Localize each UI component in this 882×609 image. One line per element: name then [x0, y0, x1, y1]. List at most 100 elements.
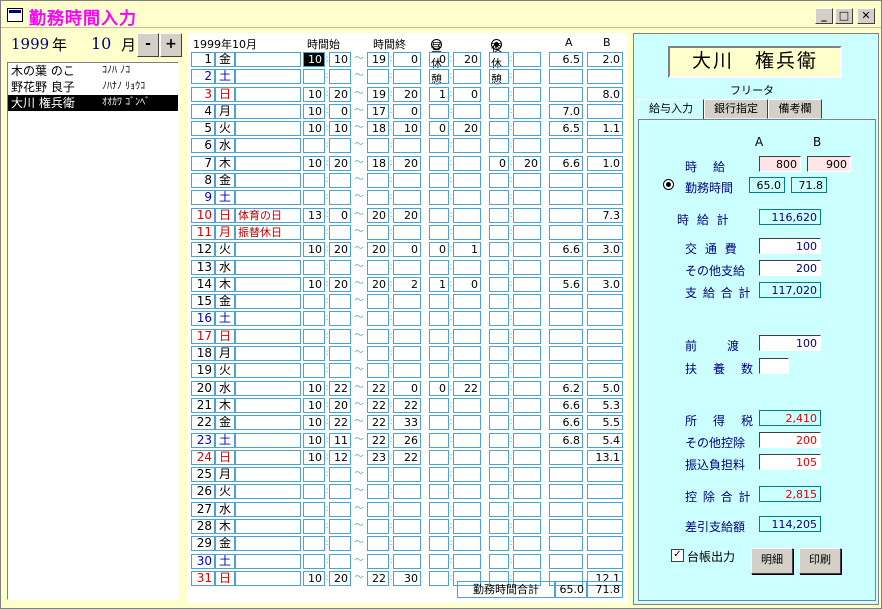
- start-hour-input[interactable]: [303, 69, 325, 85]
- end-minute-input[interactable]: 33: [393, 415, 421, 431]
- night-break-minute-input[interactable]: [513, 190, 541, 206]
- year-field[interactable]: 1999: [11, 35, 49, 53]
- end-minute-input[interactable]: 20: [393, 155, 421, 171]
- end-minute-input[interactable]: [393, 484, 421, 500]
- start-minute-input[interactable]: [329, 311, 351, 327]
- break-minute-input[interactable]: 20: [453, 52, 481, 67]
- end-minute-input[interactable]: [393, 311, 421, 327]
- break-hour-input[interactable]: [429, 519, 449, 535]
- night-break-minute-input[interactable]: [513, 207, 541, 223]
- break-hour-input[interactable]: [429, 224, 449, 240]
- end-hour-input[interactable]: [367, 501, 389, 517]
- transfer-fee-input[interactable]: 105: [759, 454, 821, 470]
- night-break-minute-input[interactable]: [513, 294, 541, 310]
- break-hour-input[interactable]: [429, 207, 449, 223]
- start-hour-input[interactable]: 10: [303, 242, 325, 258]
- start-hour-input[interactable]: 10: [303, 52, 325, 67]
- start-minute-input[interactable]: 20: [329, 242, 351, 258]
- break-minute-input[interactable]: [453, 553, 481, 569]
- end-minute-input[interactable]: 2: [393, 276, 421, 292]
- other-pay-input[interactable]: 200: [759, 260, 821, 276]
- start-minute-input[interactable]: [329, 467, 351, 483]
- break-minute-input[interactable]: [453, 103, 481, 119]
- end-hour-input[interactable]: 19: [367, 52, 389, 67]
- start-minute-input[interactable]: [329, 501, 351, 517]
- night-break-hour-input[interactable]: [489, 467, 509, 483]
- end-hour-input[interactable]: 22: [367, 415, 389, 431]
- start-minute-input[interactable]: 20: [329, 86, 351, 102]
- night-break-hour-input[interactable]: [489, 121, 509, 137]
- month-increment-button[interactable]: +: [160, 33, 182, 57]
- end-minute-input[interactable]: 26: [393, 432, 421, 448]
- break-hour-input[interactable]: 0: [429, 121, 449, 137]
- night-break-minute-input[interactable]: [513, 173, 541, 189]
- start-hour-input[interactable]: [303, 328, 325, 344]
- break-hour-input[interactable]: 0: [429, 242, 449, 258]
- night-break-minute-input[interactable]: [513, 311, 541, 327]
- end-minute-input[interactable]: [393, 69, 421, 85]
- break-hour-input[interactable]: [429, 69, 449, 85]
- break-hour-input[interactable]: [429, 449, 449, 465]
- break-hour-input[interactable]: 0: [429, 52, 449, 67]
- start-hour-input[interactable]: 10: [303, 380, 325, 396]
- end-hour-input[interactable]: [367, 294, 389, 310]
- wage-b-input[interactable]: 900: [807, 156, 851, 172]
- start-minute-input[interactable]: [329, 519, 351, 535]
- night-break-minute-input[interactable]: [513, 363, 541, 379]
- employee-list-item[interactable]: 木の葉 のこ ｺﾉﾊ ﾉｺ: [8, 63, 178, 79]
- night-break-hour-input[interactable]: [489, 484, 509, 500]
- start-minute-input[interactable]: 11: [329, 432, 351, 448]
- start-hour-input[interactable]: 10: [303, 397, 325, 413]
- end-hour-input[interactable]: [367, 138, 389, 154]
- break-hour-input[interactable]: [429, 190, 449, 206]
- start-hour-input[interactable]: [303, 363, 325, 379]
- end-hour-input[interactable]: 19: [367, 86, 389, 102]
- break-hour-input[interactable]: [429, 536, 449, 552]
- break-minute-input[interactable]: [453, 397, 481, 413]
- break-minute-input[interactable]: [453, 346, 481, 362]
- night-break-hour-input[interactable]: [489, 224, 509, 240]
- end-minute-input[interactable]: 0: [393, 242, 421, 258]
- start-minute-input[interactable]: 20: [329, 276, 351, 292]
- night-break-minute-input[interactable]: 20: [513, 155, 541, 171]
- end-minute-input[interactable]: 20: [393, 86, 421, 102]
- break-minute-input[interactable]: [453, 224, 481, 240]
- night-break-hour-input[interactable]: [489, 138, 509, 154]
- night-break-minute-input[interactable]: [513, 553, 541, 569]
- break-hour-input[interactable]: 1: [429, 276, 449, 292]
- break-hour-input[interactable]: [429, 311, 449, 327]
- end-minute-input[interactable]: [393, 138, 421, 154]
- end-hour-input[interactable]: [367, 259, 389, 275]
- end-hour-input[interactable]: 23: [367, 449, 389, 465]
- end-hour-input[interactable]: [367, 536, 389, 552]
- night-break-hour-input[interactable]: [489, 363, 509, 379]
- break-hour-input[interactable]: [429, 484, 449, 500]
- end-minute-input[interactable]: [393, 346, 421, 362]
- end-hour-input[interactable]: [367, 363, 389, 379]
- night-break-hour-input[interactable]: [489, 449, 509, 465]
- transport-input[interactable]: 100: [759, 238, 821, 254]
- end-hour-input[interactable]: 18: [367, 155, 389, 171]
- start-hour-input[interactable]: 10: [303, 570, 325, 586]
- night-break-minute-input[interactable]: [513, 52, 541, 67]
- break-minute-input[interactable]: [453, 363, 481, 379]
- night-break-hour-input[interactable]: [489, 328, 509, 344]
- start-minute-input[interactable]: [329, 553, 351, 569]
- detail-button[interactable]: 明細: [751, 548, 793, 574]
- month-field[interactable]: 10: [91, 34, 111, 53]
- break-hour-input[interactable]: [429, 103, 449, 119]
- end-hour-input[interactable]: 20: [367, 207, 389, 223]
- start-hour-input[interactable]: [303, 346, 325, 362]
- break-minute-input[interactable]: 22: [453, 380, 481, 396]
- start-minute-input[interactable]: [329, 294, 351, 310]
- break-minute-input[interactable]: [453, 519, 481, 535]
- close-button[interactable]: ✕: [857, 8, 875, 24]
- break-hour-input[interactable]: [429, 328, 449, 344]
- break-hour-input[interactable]: [429, 553, 449, 569]
- end-hour-input[interactable]: 20: [367, 276, 389, 292]
- start-minute-input[interactable]: [329, 173, 351, 189]
- wage-a-input[interactable]: 800: [759, 156, 801, 172]
- start-minute-input[interactable]: [329, 69, 351, 85]
- end-minute-input[interactable]: [393, 328, 421, 344]
- night-break-hour-input[interactable]: [489, 536, 509, 552]
